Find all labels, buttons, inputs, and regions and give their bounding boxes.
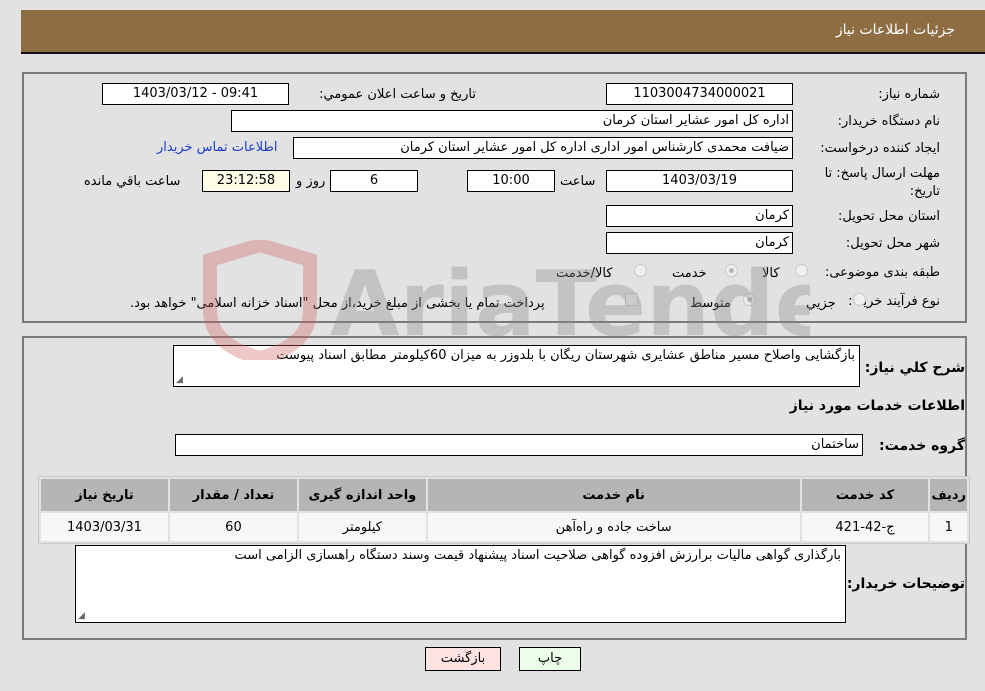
description-label: شرح كلي نياز: <box>864 360 965 376</box>
category-goods-radio[interactable] <box>795 264 808 277</box>
resize-grip-icon[interactable]: ◢ <box>78 611 85 621</box>
delivery-city-label: شهر محل تحويل: <box>845 236 940 251</box>
resize-grip-icon[interactable]: ◢ <box>176 375 183 385</box>
buyer-org-label: نام دستگاه خريدار: <box>837 114 940 129</box>
delivery-province-label: استان محل تحويل: <box>838 209 940 224</box>
time-remaining-field: 23:12:58 <box>202 170 290 192</box>
service-group-label: گروه خدمت: <box>879 438 965 454</box>
cell-name: ساخت جاده و راه‌آهن <box>425 511 802 543</box>
announce-datetime-label: تاریخ و ساعت اعلان عمومي: <box>319 87 476 102</box>
delivery-province-field[interactable]: کرمان <box>606 205 793 227</box>
services-table-container: رديف کد خدمت نام خدمت واحد اندازه گيری ت… <box>38 476 970 544</box>
purchase-type-medium-label: متوسط <box>690 296 731 311</box>
col-unit: واحد اندازه گيری <box>296 477 428 513</box>
purchase-type-medium-radio[interactable] <box>743 293 756 306</box>
need-number-field[interactable]: 1103004734000021 <box>606 83 793 105</box>
delivery-city-field[interactable]: کرمان <box>606 232 793 254</box>
category-service-radio[interactable] <box>725 264 738 277</box>
days-label: روز و <box>296 174 326 189</box>
purchase-type-minor-radio[interactable] <box>853 293 866 306</box>
announce-datetime-field[interactable]: 1403/03/12 - 09:41 <box>102 83 289 105</box>
buyer-contact-link[interactable]: اطلاعات تماس خريدار <box>157 140 277 155</box>
treasury-bonds-checkbox[interactable] <box>625 293 638 306</box>
buyer-notes-textarea[interactable]: بارگذاری گواهی مالیات برارزش افزوده گواه… <box>75 545 846 623</box>
col-row: رديف <box>928 477 969 513</box>
buyer-notes-label: توضيحات خريدار: <box>846 576 965 592</box>
col-name: نام خدمت <box>425 477 802 513</box>
back-button[interactable]: بازگشت <box>425 647 501 671</box>
cell-qty: 60 <box>167 511 299 543</box>
category-goods-service-label: کالا/خدمت <box>556 266 613 281</box>
deadline-time-field[interactable]: 10:00 <box>467 170 555 192</box>
print-button[interactable]: چاپ <box>519 647 581 671</box>
requester-label: ايجاد کننده درخواست: <box>820 141 940 156</box>
days-remaining-field[interactable]: 6 <box>330 170 418 192</box>
service-group-field[interactable]: ساختمان <box>175 434 863 456</box>
page-header: جزئیات اطلاعات نیاز <box>21 10 985 54</box>
buyer-notes-text: بارگذاری گواهی مالیات برارزش افزوده گواه… <box>234 548 842 563</box>
page-title: جزئیات اطلاعات نیاز <box>835 22 955 38</box>
cell-date: 1403/03/31 <box>39 511 170 543</box>
table-header-row: رديف کد خدمت نام خدمت واحد اندازه گيری ت… <box>39 477 969 513</box>
purchase-type-minor-label: جزيي <box>806 296 836 311</box>
category-label: طبقه بندی موضوعی: <box>824 265 940 280</box>
services-section-title: اطلاعات خدمات مورد نياز <box>789 398 965 414</box>
services-table: رديف کد خدمت نام خدمت واحد اندازه گيری ت… <box>39 477 969 543</box>
category-goods-label: کالا <box>762 266 780 281</box>
description-text: بازگشایی واصلاح مسیر مناطق عشایری شهرستا… <box>276 348 855 363</box>
cell-row: 1 <box>928 511 969 543</box>
deadline-label: مهلت ارسال پاسخ: تا تاریخ: <box>824 166 940 199</box>
category-goods-service-radio[interactable] <box>634 264 647 277</box>
deadline-time-label: ساعت <box>560 174 596 189</box>
cell-unit: کیلومتر <box>296 511 428 543</box>
treasury-bonds-note: پرداخت تمام يا بخشی از مبلغ خريد،از محل … <box>130 296 545 311</box>
deadline-date-field[interactable]: 1403/03/19 <box>606 170 793 192</box>
col-code: کد خدمت <box>799 477 931 513</box>
description-textarea[interactable]: بازگشایی واصلاح مسیر مناطق عشایری شهرستا… <box>173 345 860 387</box>
requester-field[interactable]: ضیافت محمدی کارشناس امور اداری اداره کل … <box>293 137 793 159</box>
table-row: 1 ج-42-421 ساخت جاده و راه‌آهن کیلومتر 6… <box>39 511 969 543</box>
time-remaining-label: ساعت باقي مانده <box>84 174 181 189</box>
buyer-org-field[interactable]: اداره کل امور عشایر استان کرمان <box>231 110 793 132</box>
cell-code: ج-42-421 <box>799 511 931 543</box>
category-service-label: خدمت <box>672 266 707 281</box>
col-qty: تعداد / مقدار <box>167 477 299 513</box>
col-date: تاريخ نياز <box>39 477 170 513</box>
need-number-label: شماره نیاز: <box>878 87 940 102</box>
